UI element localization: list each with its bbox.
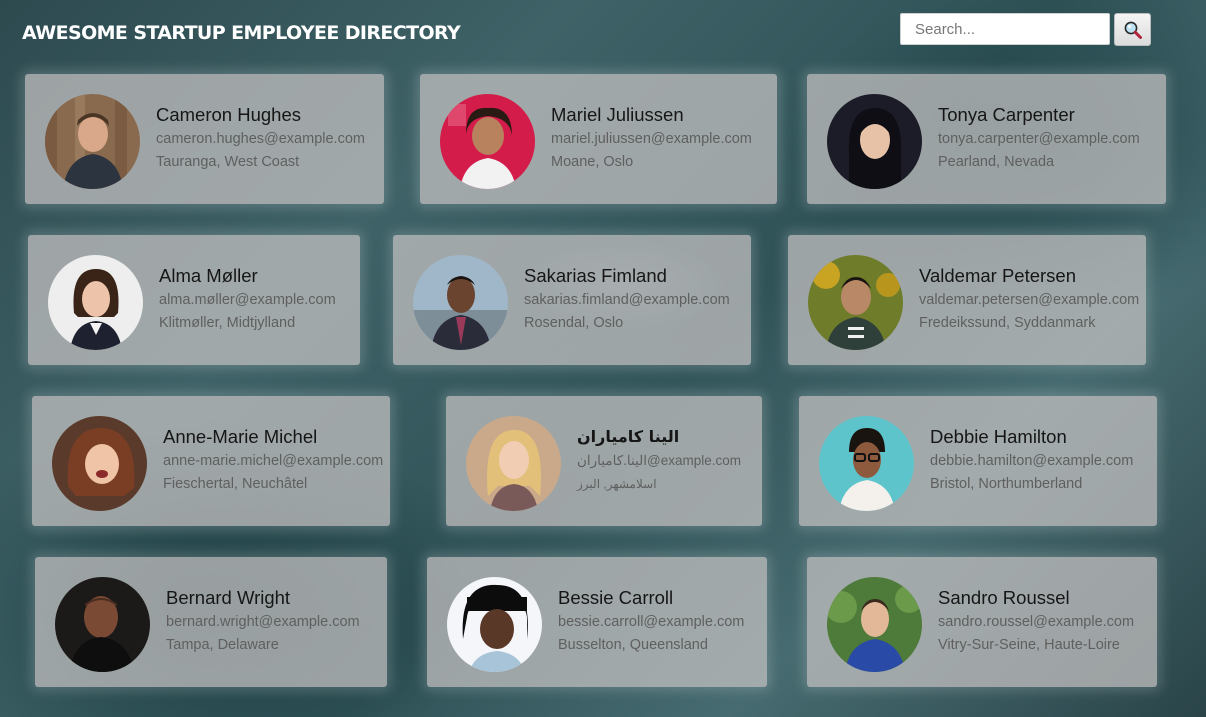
employee-card[interactable]: Valdemar Petersen valdemar.petersen@exam… [788,235,1146,365]
employee-email: sandro.roussel@example.com [938,614,1135,630]
employee-email: bessie.carroll@example.com [558,614,745,630]
avatar [819,416,914,511]
employee-location: Fredeikssund, Syddanmark [919,315,1096,331]
search-input[interactable] [900,13,1110,45]
employee-location: Moane, Oslo [551,154,634,170]
employee-email: mariel.juliussen@example.com [551,131,752,147]
avatar [827,94,922,189]
employee-card[interactable]: Bessie Carroll bessie.carroll@example.co… [427,557,767,687]
employee-email: الینا.کامیاران@example.com [577,453,742,468]
avatar [45,94,140,189]
employee-location: Busselton, Queensland [558,637,708,653]
employee-email: anne-marie.michel@example.com [163,453,384,469]
employee-email: alma.møller@example.com [159,292,336,308]
employee-card[interactable]: Mariel Juliussen mariel.juliussen@exampl… [420,74,777,204]
page-title: AWESOME STARTUP EMPLOYEE DIRECTORY [22,22,461,44]
employee-name: Bessie Carroll [558,587,674,608]
employee-name: Anne-Marie Michel [163,426,318,447]
employee-card[interactable]: الینا کامیاران الینا.کامیاران@example.co… [446,396,762,526]
avatar [808,255,903,350]
employee-email: debbie.hamilton@example.com [930,453,1134,469]
employee-location: Klitmøller, Midtjylland [159,315,296,331]
avatar [466,416,561,511]
employee-name: Sakarias Fimland [524,265,667,286]
employee-name: Alma Møller [159,265,258,286]
employee-name: Mariel Juliussen [551,104,684,125]
employee-name: الینا کامیاران [577,427,680,446]
search-button[interactable] [1114,13,1151,46]
employee-card[interactable]: Sakarias Fimland sakarias.fimland@exampl… [393,235,751,365]
employee-name: Sandro Roussel [938,587,1070,608]
employee-name: Tonya Carpenter [938,104,1075,125]
employee-name: Valdemar Petersen [919,265,1076,286]
employee-email: tonya.carpenter@example.com [938,131,1140,147]
employee-card[interactable]: Cameron Hughes cameron.hughes@example.co… [25,74,384,204]
employee-location: Tampa, Delaware [166,637,279,653]
employee-location: اسلامشهر, البرز [577,477,657,491]
employee-card[interactable]: Bernard Wright bernard.wright@example.co… [35,557,387,687]
employee-email: bernard.wright@example.com [166,614,360,630]
employee-name: Bernard Wright [166,587,291,608]
employee-card[interactable]: Debbie Hamilton debbie.hamilton@example.… [799,396,1157,526]
employee-email: sakarias.fimland@example.com [524,292,730,308]
avatar [447,577,542,672]
avatar [52,416,147,511]
employee-card[interactable]: Sandro Roussel sandro.roussel@example.co… [807,557,1157,687]
employee-email: cameron.hughes@example.com [156,131,365,147]
avatar [827,577,922,672]
employee-card[interactable]: Tonya Carpenter tonya.carpenter@example.… [807,74,1166,204]
employee-location: Pearland, Nevada [938,154,1055,170]
avatar [440,94,535,189]
avatar [48,255,143,350]
employee-card[interactable]: Anne-Marie Michel anne-marie.michel@exam… [32,396,390,526]
avatar [413,255,508,350]
employee-location: Bristol, Northumberland [930,476,1083,492]
employee-name: Debbie Hamilton [930,426,1067,447]
employee-name: Cameron Hughes [156,104,301,125]
avatar [55,577,150,672]
magnifier-icon [1124,21,1142,39]
employee-location: Fieschertal, Neuchâtel [163,476,308,492]
employee-location: Tauranga, West Coast [156,154,300,170]
employee-card[interactable]: Alma Møller alma.møller@example.com Klit… [28,235,360,365]
page-header: AWESOME STARTUP EMPLOYEE DIRECTORY [0,0,1206,68]
employee-email: valdemar.petersen@example.com [919,292,1140,308]
employee-location: Vitry-Sur-Seine, Haute-Loire [938,637,1120,653]
employee-location: Rosendal, Oslo [524,315,624,331]
